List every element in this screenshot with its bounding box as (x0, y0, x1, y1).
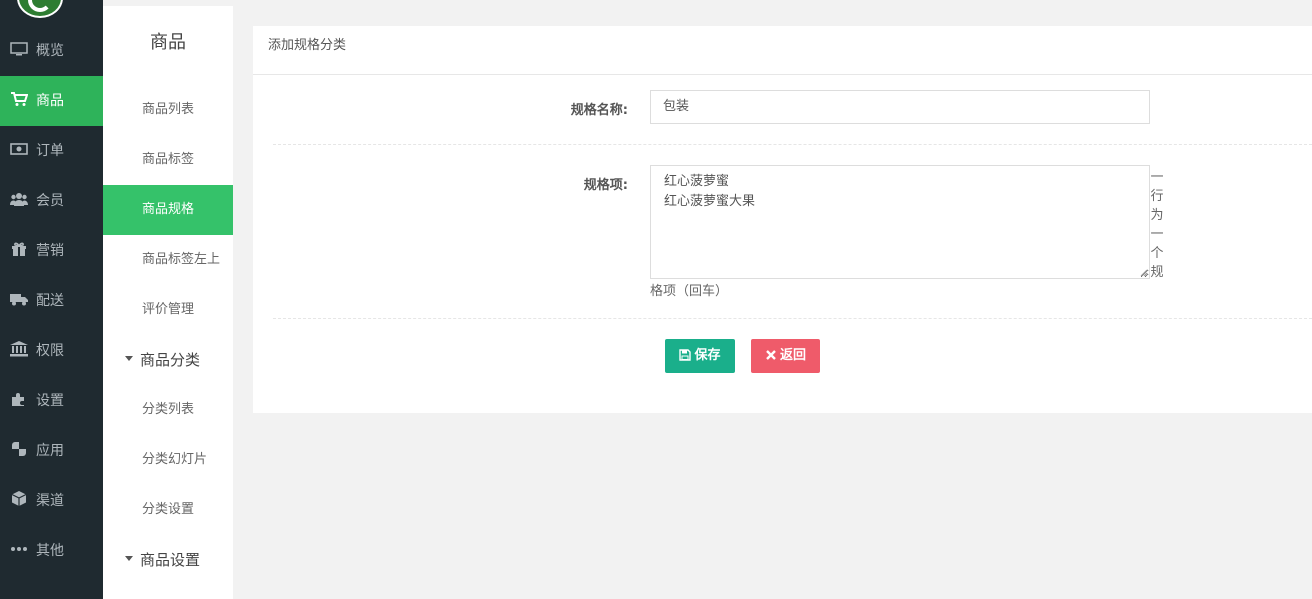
form-panel: 添加规格分类 规格名称: 包装 规格项: 红心菠萝蜜 红心菠萝蜜大果 一行为一个… (253, 26, 1312, 413)
truck-icon (10, 291, 28, 307)
spec-items-textarea[interactable]: 红心菠萝蜜 红心菠萝蜜大果 (650, 165, 1150, 279)
subnav-item-tag-top-left[interactable]: 商品标签左上 (103, 235, 233, 285)
ellipsis-icon (10, 541, 28, 557)
subnav-group-category[interactable]: 商品分类 (103, 335, 233, 385)
sub-sidebar: 商品 商品列表 商品标签 商品规格 商品标签左上 评价管理 商品分类 分类列表 … (103, 6, 233, 599)
cart-icon (10, 91, 28, 107)
nav-item-members[interactable]: 会员 (0, 176, 103, 226)
subnav-item-product-specs[interactable]: 商品规格 (103, 185, 233, 235)
nav-item-label: 会员 (36, 193, 64, 209)
nav-item-label: 应用 (36, 443, 64, 459)
nav-item-label: 营销 (36, 243, 64, 259)
users-icon (10, 191, 28, 207)
nav-item-label: 商品 (36, 93, 64, 109)
bank-icon (10, 341, 28, 357)
spec-items-label: 规格项: (583, 178, 628, 193)
panel-title: 添加规格分类 (268, 38, 347, 53)
resize-grip-icon[interactable] (1140, 269, 1148, 277)
subnav-group-label: 商品分类 (140, 351, 201, 369)
subnav-item-category-slides[interactable]: 分类幻灯片 (103, 435, 233, 485)
nav-item-label: 订单 (36, 143, 64, 159)
subnav-title: 商品 (150, 32, 186, 53)
save-button-label: 保存 (694, 348, 721, 363)
form-divider (273, 318, 1312, 319)
nav-item-marketing[interactable]: 营销 (0, 226, 103, 276)
form-divider (273, 144, 1312, 145)
save-button[interactable]: 保存 (665, 339, 735, 373)
nav-item-orders[interactable]: 订单 (0, 126, 103, 176)
back-button-label: 返回 (779, 348, 806, 363)
nav-item-settings[interactable]: 设置 (0, 376, 103, 426)
nav-item-other[interactable]: 其他 (0, 526, 103, 576)
nav-item-label: 概览 (36, 43, 64, 59)
caret-down-icon (125, 556, 133, 561)
subnav-item-reviews[interactable]: 评价管理 (103, 285, 233, 335)
subnav-group-label: 商品设置 (140, 551, 201, 569)
nav-item-permissions[interactable]: 权限 (0, 326, 103, 376)
money-icon (10, 141, 28, 157)
cube-icon (10, 491, 28, 507)
nav-item-label: 权限 (36, 343, 64, 359)
spec-items-help-vertical: 一行为一个规 (1150, 170, 1164, 280)
subnav-item-product-list[interactable]: 商品列表 (103, 85, 233, 135)
gift-icon (10, 241, 28, 257)
caret-down-icon (125, 356, 133, 361)
spec-items-help: 格项（回车） (650, 284, 729, 299)
subnav-item-product-tags[interactable]: 商品标签 (103, 135, 233, 185)
close-icon (766, 349, 776, 360)
nav-item-label: 配送 (36, 293, 64, 309)
save-icon (679, 348, 692, 361)
spec-name-label: 规格名称: (570, 103, 628, 118)
nav-item-apps[interactable]: 应用 (0, 426, 103, 476)
grid-icon (10, 441, 28, 457)
nav-item-products[interactable]: 商品 (0, 76, 103, 126)
nav-item-channels[interactable]: 渠道 (0, 476, 103, 526)
subnav-item-category-settings[interactable]: 分类设置 (103, 485, 233, 535)
logo[interactable] (17, 0, 63, 18)
subnav-group-settings[interactable]: 商品设置 (103, 535, 233, 585)
panel-divider (253, 74, 1312, 75)
back-button[interactable]: 返回 (751, 339, 820, 373)
main-sidebar: 概览 商品 订单 会员 营销 配送 权限 设置 应用 渠道 其他 (0, 0, 103, 599)
nav-item-label: 其他 (36, 543, 64, 559)
spec-name-input[interactable]: 包装 (650, 90, 1150, 124)
nav-item-delivery[interactable]: 配送 (0, 276, 103, 326)
monitor-icon (10, 41, 28, 57)
nav-item-label: 设置 (36, 393, 64, 409)
nav-item-overview[interactable]: 概览 (0, 26, 103, 76)
puzzle-icon (10, 391, 28, 407)
nav-item-label: 渠道 (36, 493, 64, 509)
subnav-item-category-list[interactable]: 分类列表 (103, 385, 233, 435)
